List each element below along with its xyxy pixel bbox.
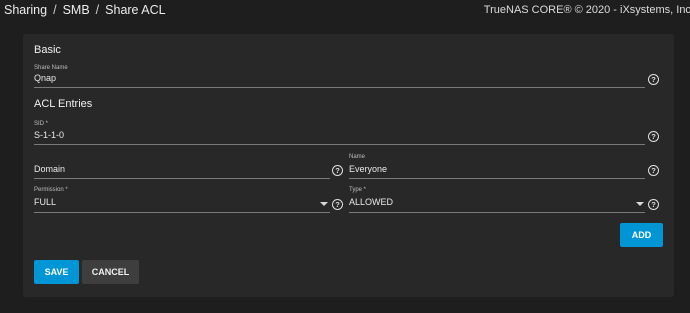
share-name-input[interactable]: Qnap (34, 73, 56, 83)
copyright-text[interactable]: TrueNAS CORE® © 2020 - iXsystems, Inc. (484, 4, 690, 16)
breadcrumb-smb[interactable]: SMB (63, 3, 90, 17)
name-field[interactable]: Name Everyone (349, 154, 645, 179)
type-underline (349, 212, 645, 213)
help-circle-icon[interactable]: ? (332, 199, 343, 210)
help-circle-icon[interactable]: ? (648, 131, 659, 142)
help-circle-icon[interactable]: ? (648, 199, 659, 210)
breadcrumb-share-acl: Share ACL (105, 3, 166, 17)
cancel-button[interactable]: CANCEL (82, 260, 139, 284)
type-value[interactable]: ALLOWED (349, 197, 393, 207)
help-circle-icon[interactable]: ? (332, 165, 343, 176)
sid-input[interactable]: S-1-1-0 (34, 130, 64, 140)
domain-input[interactable]: Domain (34, 164, 65, 174)
name-label: Name (349, 154, 366, 160)
type-select[interactable]: Type * ALLOWED (349, 187, 645, 213)
share-name-label: Share Name (34, 65, 68, 71)
breadcrumb-separator: / (53, 3, 57, 17)
basic-section-title: Basic (34, 44, 61, 56)
help-circle-icon[interactable]: ? (648, 74, 659, 85)
caret-down-icon[interactable] (320, 202, 328, 206)
name-underline (349, 178, 645, 179)
caret-down-icon[interactable] (636, 202, 644, 206)
share-name-field[interactable]: Share Name Qnap (34, 65, 645, 89)
permission-underline (34, 212, 330, 213)
sid-label: SID * (34, 121, 49, 127)
domain-field[interactable]: Domain (34, 154, 330, 179)
domain-underline (34, 178, 330, 179)
permission-label: Permission * (34, 187, 68, 193)
acl-entries-section-title: ACL Entries (34, 98, 93, 110)
top-bar: Sharing / SMB / Share ACL TrueNAS CORE® © 20… (0, 0, 690, 22)
name-input[interactable]: Everyone (349, 164, 387, 174)
add-button[interactable]: ADD (620, 223, 663, 247)
breadcrumb-separator: / (95, 3, 100, 17)
breadcrumb-sharing[interactable]: Sharing (4, 3, 47, 17)
save-button[interactable]: SAVE (34, 260, 79, 284)
breadcrumb: Sharing / SMB / Share ACL (4, 3, 166, 17)
sid-field[interactable]: SID * S-1-1-0 (34, 121, 645, 145)
permission-select[interactable]: Permission * FULL (34, 187, 330, 213)
sid-underline (34, 144, 645, 145)
type-label: Type * (349, 187, 367, 193)
share-name-underline (34, 87, 645, 88)
share-acl-form: Basic Share Name Qnap ? ACL Entries SID … (23, 34, 674, 297)
help-circle-icon[interactable]: ? (648, 165, 659, 176)
permission-value[interactable]: FULL (34, 197, 56, 207)
